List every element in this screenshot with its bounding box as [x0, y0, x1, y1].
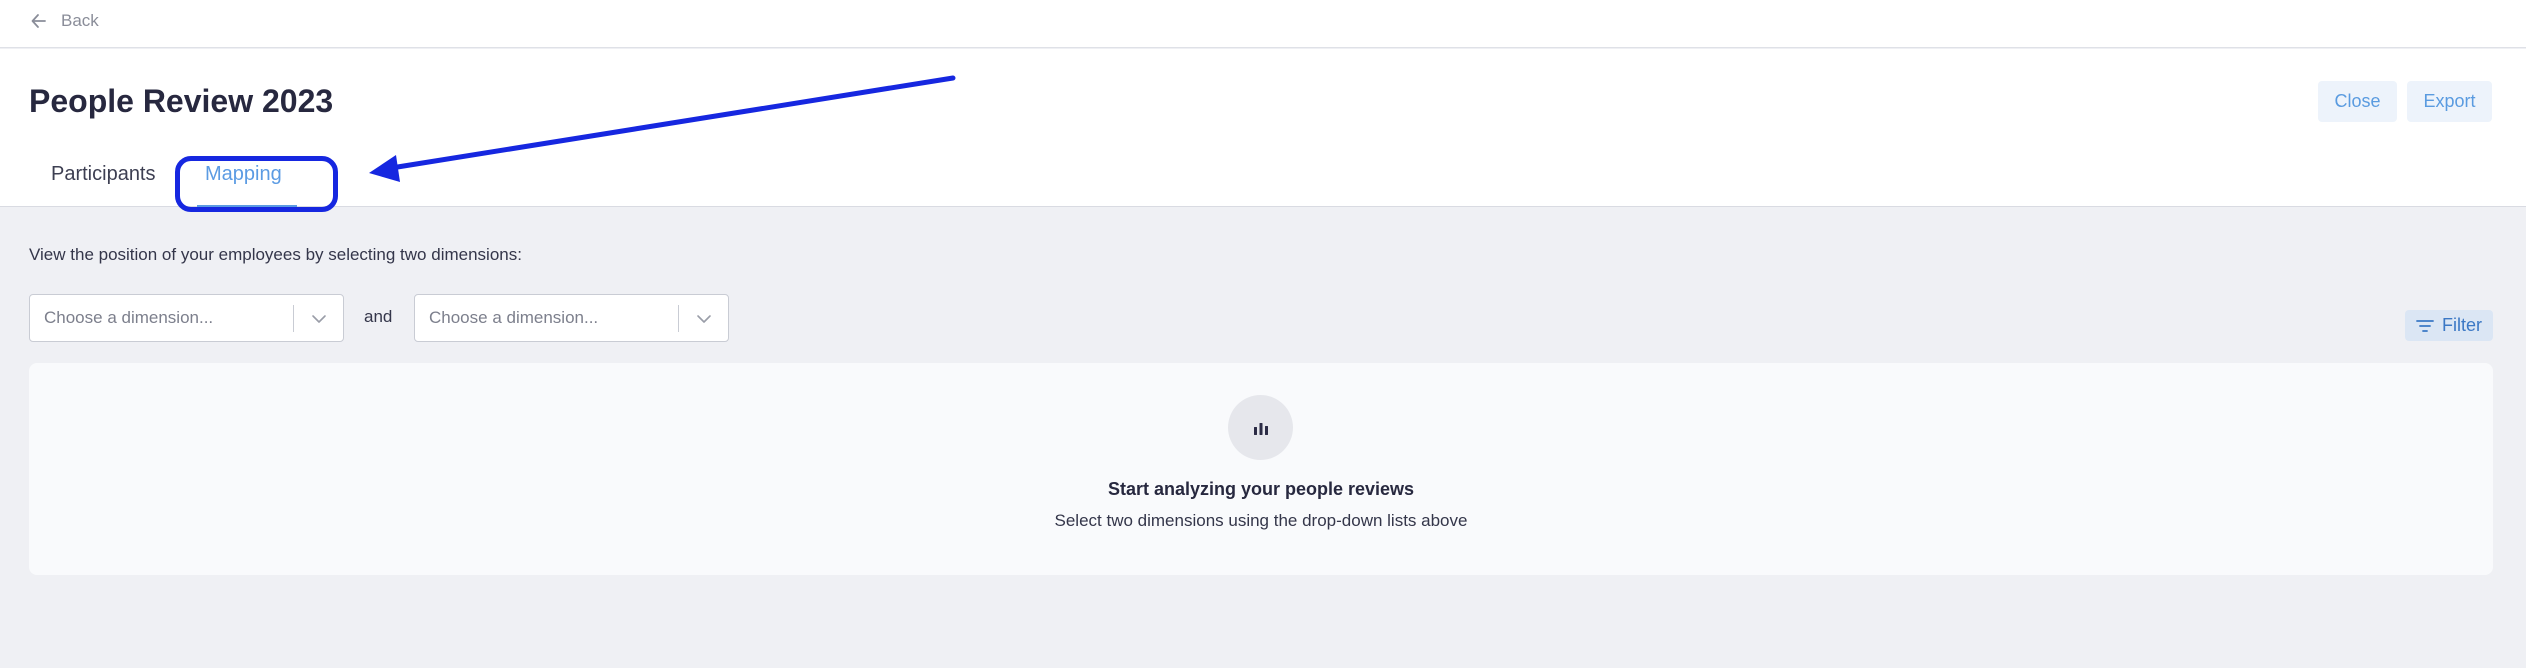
- dimension-connector: and: [364, 307, 393, 326]
- empty-state-icon-circle: [1228, 395, 1293, 460]
- filter-button[interactable]: Filter: [2405, 310, 2493, 341]
- tab-bar: Participants Mapping: [0, 149, 600, 207]
- chevron-down-icon[interactable]: [693, 308, 715, 330]
- dimension-select-1-placeholder: Choose a dimension...: [44, 308, 214, 327]
- dimension-select-1[interactable]: Choose a dimension...: [29, 294, 344, 342]
- filter-label: Filter: [2442, 315, 2482, 335]
- active-tab-indicator: [197, 205, 297, 207]
- back-link[interactable]: Back: [29, 6, 99, 36]
- dimension-select-2[interactable]: Choose a dimension...: [414, 294, 729, 342]
- empty-state-title: Start analyzing your people reviews: [1107, 479, 1415, 499]
- filter-icon: [2416, 319, 2434, 332]
- back-label: Back: [61, 11, 99, 30]
- tab-mapping[interactable]: Mapping: [205, 163, 282, 186]
- tab-participants[interactable]: Participants: [51, 163, 156, 186]
- export-button[interactable]: Export: [2407, 81, 2492, 122]
- page-header: People Review 2023 Close Export Particip…: [0, 49, 2526, 207]
- page-title: People Review 2023: [29, 83, 334, 119]
- select-divider: [678, 305, 679, 332]
- chevron-down-icon[interactable]: [308, 308, 330, 330]
- top-bar: Back: [0, 0, 2526, 48]
- empty-state-card: Start analyzing your people reviews Sele…: [29, 363, 2493, 575]
- bar-chart-icon: [1253, 422, 1268, 435]
- mapping-instruction: View the position of your employees by s…: [29, 245, 522, 264]
- dimension-select-2-placeholder: Choose a dimension...: [429, 308, 599, 327]
- arrow-left-icon: [31, 14, 46, 28]
- empty-state-subtitle: Select two dimensions using the drop-dow…: [1054, 511, 1468, 530]
- select-divider: [293, 305, 294, 332]
- close-button[interactable]: Close: [2318, 81, 2397, 122]
